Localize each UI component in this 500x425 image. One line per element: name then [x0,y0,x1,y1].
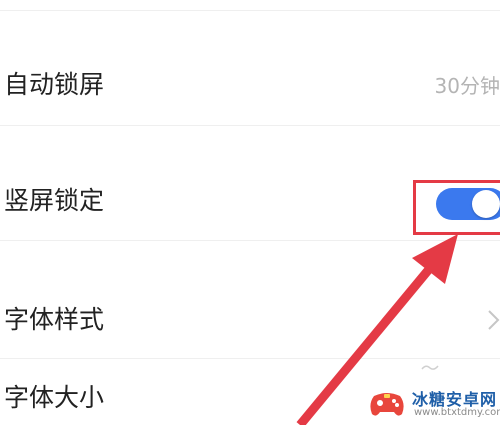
setting-value-auto-lock: 30分钟 [434,74,500,98]
setting-label-font-style: 字体样式 [4,305,105,334]
gamepad-logo-icon [370,393,404,416]
setting-label-font-size: 字体大小 [4,383,105,412]
setting-row-font-style[interactable]: 字体样式 [0,241,500,358]
setting-row-auto-lock[interactable]: 自动锁屏 30分钟 [0,11,500,125]
settings-screen: 自动锁屏 30分钟 竖屏锁定 字体样式 字体大小 冰糖安卓网 www.btxtd… [0,0,500,425]
setting-label-portrait-lock: 竖屏锁定 [4,186,105,215]
annotation-highlight-box [413,180,500,235]
setting-label-auto-lock: 自动锁屏 [4,70,105,99]
watermark-url: www.btxtdmy.com [414,407,500,418]
watermark: 冰糖安卓网 www.btxtdmy.com [368,384,500,425]
tilde-mark-icon [421,365,439,370]
chevron-right-icon [488,310,500,330]
